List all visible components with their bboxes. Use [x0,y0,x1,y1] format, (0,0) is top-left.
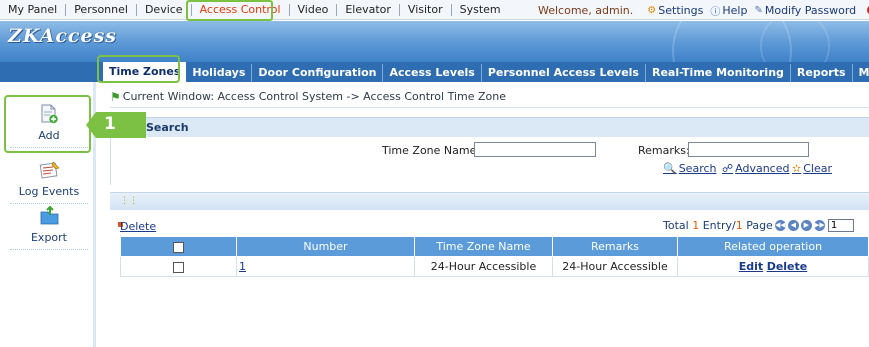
entry-label: Entry/ [702,219,736,232]
welcome-text: Welcome, admin. [538,3,634,17]
column-number: Number [236,236,415,257]
page-number-input[interactable] [827,219,854,232]
select-all-checkbox[interactable] [173,241,184,253]
modify-password-link[interactable]: ✎ Modify Password [754,4,856,17]
log-events-icon [39,160,60,180]
user-toolbar: Welcome, admin. ⚙ Settings ⓘ Help ✎ Modi… [538,0,869,20]
settings-icon: ⚙ [647,4,657,16]
menu-system[interactable]: System [452,4,509,16]
help-label: Help [722,3,748,17]
row-edit-link[interactable]: Edit [739,260,763,273]
table-row: 1 24-Hour Accessible 24-Hour Accessible … [120,256,869,277]
first-page-icon[interactable]: ◀◀ [774,220,786,231]
remarks-label: Remarks: [638,144,690,157]
page-label: Page [746,219,773,232]
help-icon: ⓘ [710,6,721,18]
total-count: 1 [692,219,700,232]
breadcrumb-text: Current Window: Access Control System ->… [122,90,506,103]
tab-personnel-access-levels[interactable]: Personnel Access Levels [482,64,646,82]
search-button[interactable]: 🔍 Search [663,162,717,175]
time-zone-name-label: Time Zone Name: [382,144,481,157]
modify-password-label: Modify Password [764,3,857,17]
delete-selected-link[interactable]: Delete [120,220,156,233]
advanced-link-label: Advanced [735,162,790,175]
export-button[interactable]: Export [6,205,92,250]
callout-number: 1 [104,114,116,134]
app-logo: ZKAccess [8,25,117,47]
flag-icon: ⚑ [110,89,121,104]
divider [10,203,88,204]
column-time-zone-name: Time Zone Name [414,236,553,257]
menu-visitor[interactable]: Visitor [400,4,452,16]
menu-video[interactable]: Video [290,4,338,16]
breadcrumb: ⚑ Current Window: Access Control System … [110,86,869,108]
banner-decoration-small [760,21,830,62]
search-link-label: Search [678,162,717,175]
tab-access-levels[interactable]: Access Levels [383,64,482,82]
row-number-cell: 1 [236,256,415,277]
menu-elevator[interactable]: Elevator [337,4,400,16]
row-number-link[interactable]: 1 [239,260,246,273]
search-icon: 🔍 [663,162,677,175]
tab-more[interactable]: More... [853,64,869,82]
remarks-input[interactable] [688,142,809,157]
log-events-label: Log Events [18,185,80,198]
row-remarks: 24-Hour Accessible [552,256,678,277]
export-label: Export [30,231,67,244]
search-panel-header: Search [110,117,869,137]
pagination: Total 1 Entry/ 1 Page ◀◀ ◀ ▶ ▶▶ [663,219,854,232]
time-zones-highlight [97,55,180,83]
password-icon: ✎ [754,4,763,16]
row-checkbox[interactable] [173,261,184,273]
total-prefix: Total [663,219,689,232]
row-time-zone-name: 24-Hour Accessible [414,256,553,277]
page-count: 1 [735,219,743,232]
row-delete-link[interactable]: Delete [767,260,808,273]
row-select-cell [120,256,237,277]
grip-icon: ⋮⋮ [120,196,138,206]
tab-holidays[interactable]: Holidays [186,64,253,82]
clear-button[interactable]: ✫ Clear [792,162,832,175]
column-remarks: Remarks [552,236,678,257]
divider [10,249,88,250]
last-page-icon[interactable]: ▶▶ [813,220,825,231]
tab-door-configuration[interactable]: Door Configuration [252,64,384,82]
clear-link-label: Clear [803,162,832,175]
export-icon [39,205,59,226]
binoculars-icon: ☍ [722,162,734,175]
list-panel-header: ⋮⋮ [110,192,869,210]
broom-icon: ✫ [792,162,802,175]
tab-reports[interactable]: Reports [791,64,853,82]
access-control-highlight [186,0,273,21]
search-title: Search [146,121,189,134]
select-all-column [120,236,237,257]
menu-personnel[interactable]: Personnel [66,4,137,16]
add-highlight [4,95,91,153]
settings-link[interactable]: ⚙ Settings [647,4,703,17]
table-header-row: Number Time Zone Name Remarks Related op… [120,236,869,257]
next-page-icon[interactable]: ▶ [800,220,812,231]
column-related-operation: Related operation [677,236,869,257]
row-operations: Edit Delete [677,256,869,277]
time-zone-table: Number Time Zone Name Remarks Related op… [120,236,869,277]
log-events-button[interactable]: Log Events [6,160,92,204]
menu-my-panel[interactable]: My Panel [0,4,67,16]
step-callout: 1 [86,112,146,138]
tab-real-time-monitoring[interactable]: Real-Time Monitoring [646,64,791,82]
settings-label: Settings [658,3,704,17]
prev-page-icon[interactable]: ◀ [787,220,799,231]
time-zone-name-input[interactable] [474,142,596,157]
menu-device[interactable]: Device [137,4,192,16]
help-link[interactable]: ⓘ Help [710,3,747,18]
advanced-search-button[interactable]: ☍ Advanced [722,162,789,175]
module-tabs: Time Zones Holidays Door Configuration A… [103,62,869,82]
